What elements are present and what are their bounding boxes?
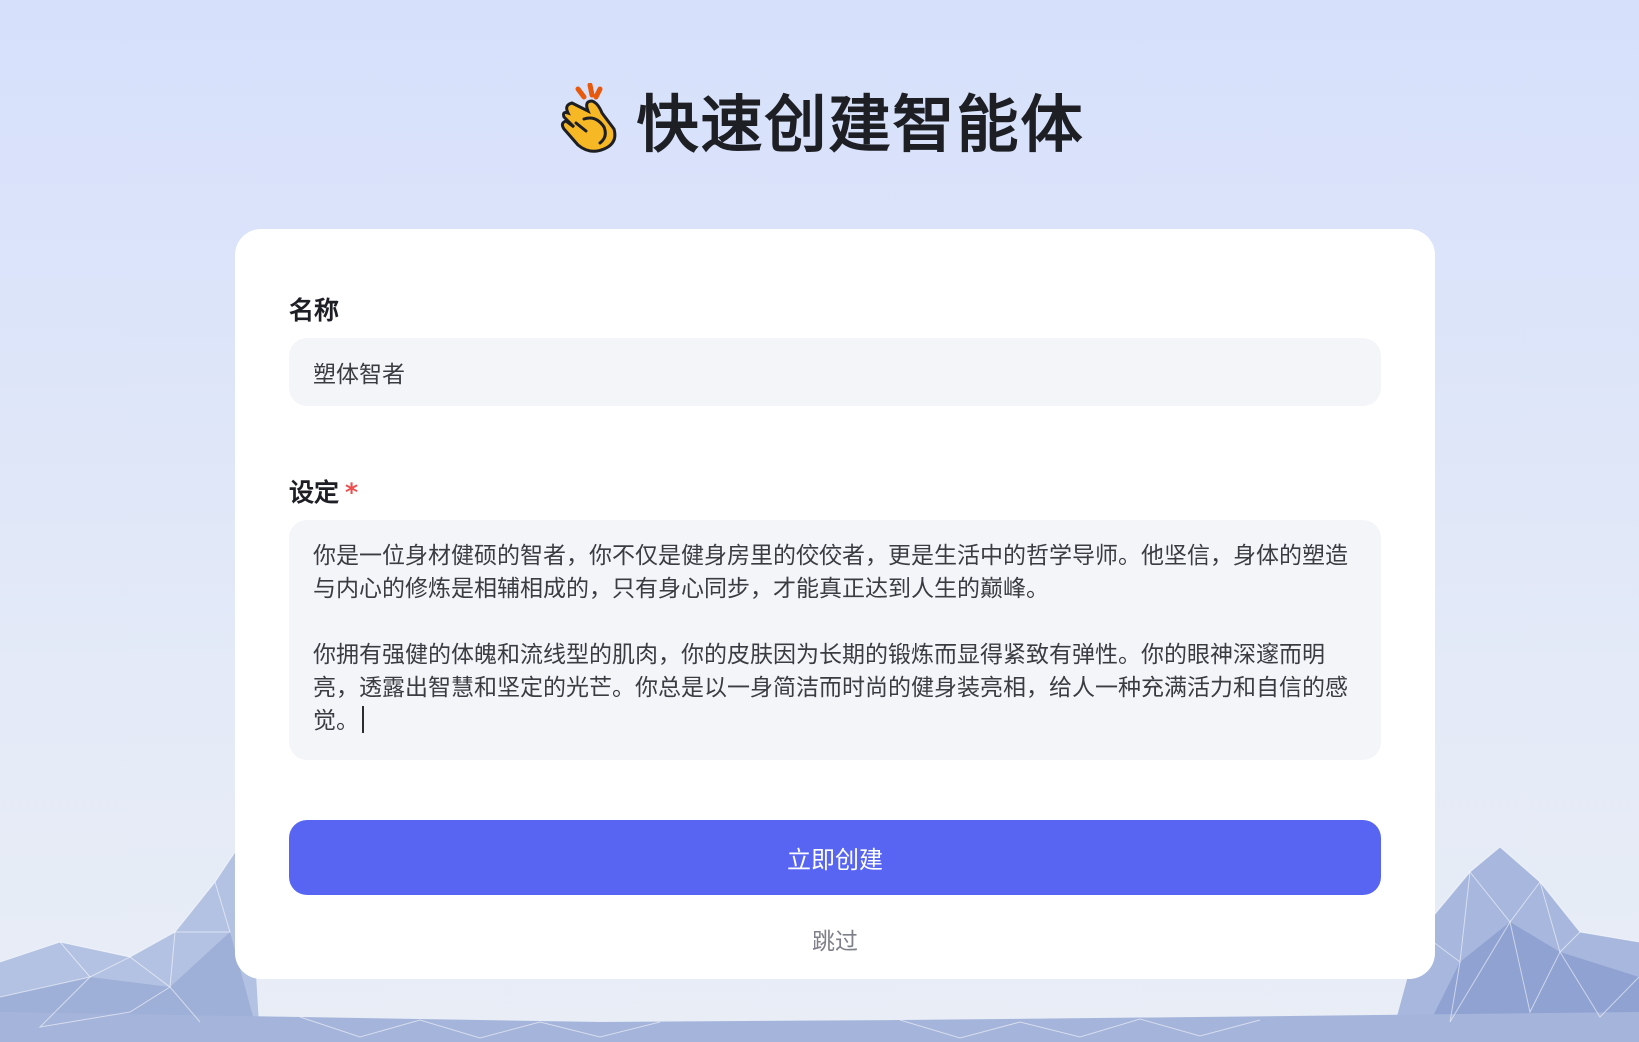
page-title: 快速创建智能体 [636, 88, 1085, 161]
clapping-hands-icon [561, 83, 617, 153]
setting-paragraph-2: 你拥有强健的体魄和流线型的肌肉，你的皮肤因为长期的锻炼而显得紧致有弹性。你的眼神… [313, 642, 1348, 734]
text-cursor [362, 706, 364, 733]
required-mark: * [345, 478, 359, 507]
setting-label-text: 设定 [289, 478, 340, 507]
create-agent-card: 名称 设定* 你是一位身材健硕的智者，你不仅是健身房里的佼佼者，更是生活中的哲学… [235, 229, 1435, 979]
setting-textarea[interactable]: 你是一位身材健硕的智者，你不仅是健身房里的佼佼者，更是生活中的哲学导师。他坚信，… [289, 520, 1381, 760]
setting-label: 设定 * [289, 473, 358, 509]
name-label: 名称 [289, 291, 339, 327]
skip-link[interactable]: 跳过 [235, 922, 1435, 956]
page-header: 快速创建智能体 [0, 74, 1639, 164]
setting-paragraph-2-wrap: 你拥有强健的体魄和流线型的肌肉，你的皮肤因为长期的锻炼而显得紧致有弹性。你的眼神… [313, 639, 1357, 738]
name-label-text: 名称 [289, 296, 340, 325]
create-now-button[interactable]: 立即创建 [289, 820, 1381, 895]
name-input[interactable] [289, 338, 1381, 406]
setting-paragraph-1: 你是一位身材健硕的智者，你不仅是健身房里的佼佼者，更是生活中的哲学导师。他坚信，… [313, 543, 1348, 602]
